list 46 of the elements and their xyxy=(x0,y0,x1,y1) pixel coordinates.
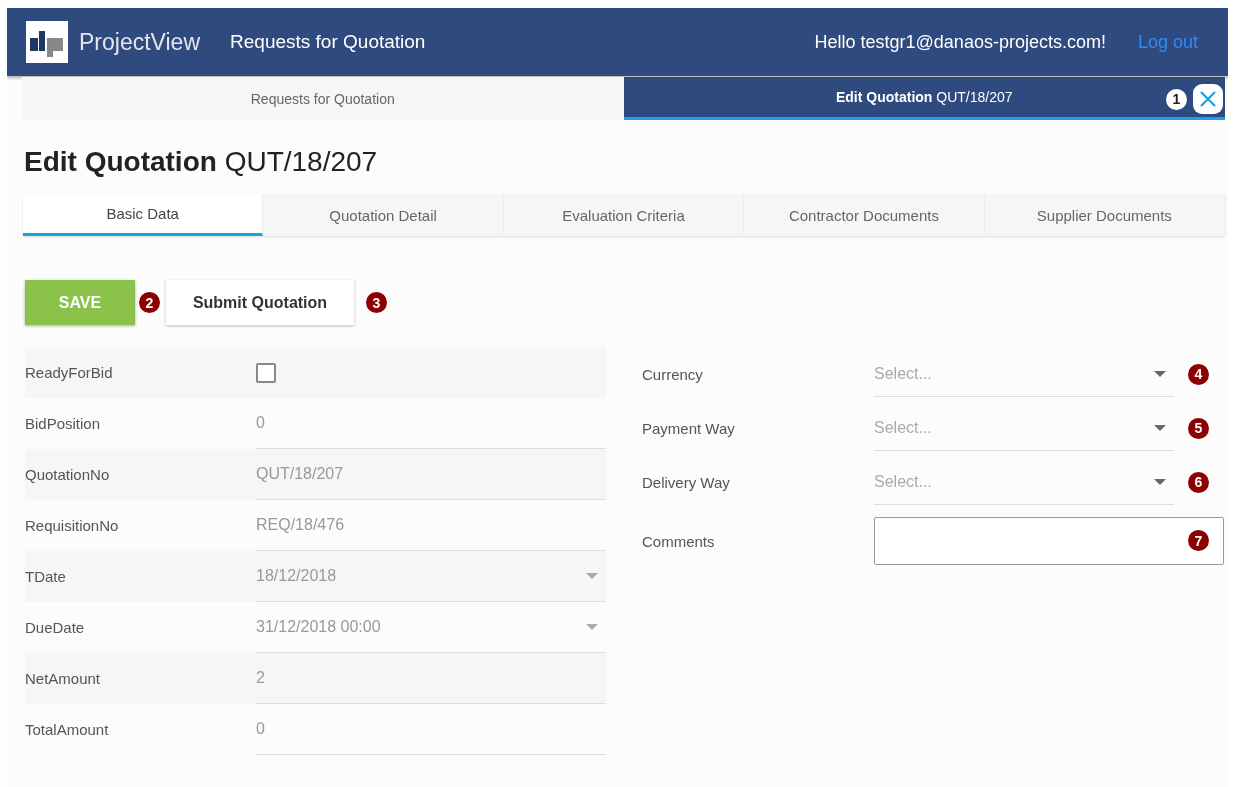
field-label: Currency xyxy=(642,365,704,383)
tab[interactable]: Contractor Documents xyxy=(744,194,985,236)
callout-number: 2 xyxy=(139,292,160,313)
tab[interactable]: Evaluation Criteria xyxy=(503,194,745,236)
input-field[interactable]: QUT/18/207 xyxy=(256,449,606,500)
greeting-text: Hello testgr1@danaos-projects.com! xyxy=(814,31,1106,53)
close-icon xyxy=(1198,89,1218,109)
callout-number: 4 xyxy=(1188,363,1209,385)
tab-label: Requests for Quotation xyxy=(250,90,395,107)
field-label: TotalAmount xyxy=(25,721,110,738)
app-name: ProjectView xyxy=(79,28,201,56)
field-label: QuotationNo xyxy=(25,466,111,483)
field-label: Comments xyxy=(642,532,716,550)
date-field[interactable]: 18/12/2018 xyxy=(256,551,606,602)
select-field[interactable]: Select... xyxy=(874,351,1174,397)
tab-label: Edit Quotation QUT/18/207 xyxy=(835,89,1013,105)
input-field[interactable]: 0 xyxy=(256,704,606,755)
logout-link[interactable]: Log out xyxy=(1137,31,1198,53)
section-title: Requests for Quotation xyxy=(230,31,426,53)
callout-number: 5 xyxy=(1188,417,1209,439)
field-label: ReadyForBid xyxy=(25,364,114,381)
tab[interactable]: Quotation Detail xyxy=(263,194,504,236)
field-label: BidPosition xyxy=(25,415,102,432)
field-label: DueDate xyxy=(25,619,86,636)
page-tab[interactable]: Requests for Quotation xyxy=(22,77,624,120)
field-label: TDate xyxy=(25,568,67,585)
field-label: RequisitionNo xyxy=(25,517,120,534)
field-label: Delivery Way xyxy=(642,473,731,491)
callout-number: 6 xyxy=(1188,471,1209,493)
field-label: Payment Way xyxy=(642,419,736,437)
save-button[interactable]: SAVE xyxy=(25,280,135,325)
close-button[interactable] xyxy=(1193,84,1223,114)
comments-field[interactable] xyxy=(874,517,1224,565)
select-field[interactable]: Select... xyxy=(874,405,1174,451)
page-title: Edit Quotation QUT/18/207 xyxy=(24,146,379,179)
field-label: NetAmount xyxy=(25,670,102,687)
submit-button[interactable]: Submit Quotation xyxy=(166,280,354,325)
checkbox[interactable] xyxy=(256,362,276,383)
page-tab[interactable]: Edit Quotation QUT/18/207 1 xyxy=(623,77,1225,120)
tab[interactable]: Basic Data xyxy=(23,194,264,236)
select-field[interactable]: Select... xyxy=(874,459,1174,505)
callout-number: 1 xyxy=(1166,88,1187,110)
tab[interactable]: Supplier Documents xyxy=(984,194,1226,236)
callout-number: 3 xyxy=(366,292,387,313)
logo-icon xyxy=(26,21,68,63)
input-field[interactable]: 2 xyxy=(256,653,606,704)
